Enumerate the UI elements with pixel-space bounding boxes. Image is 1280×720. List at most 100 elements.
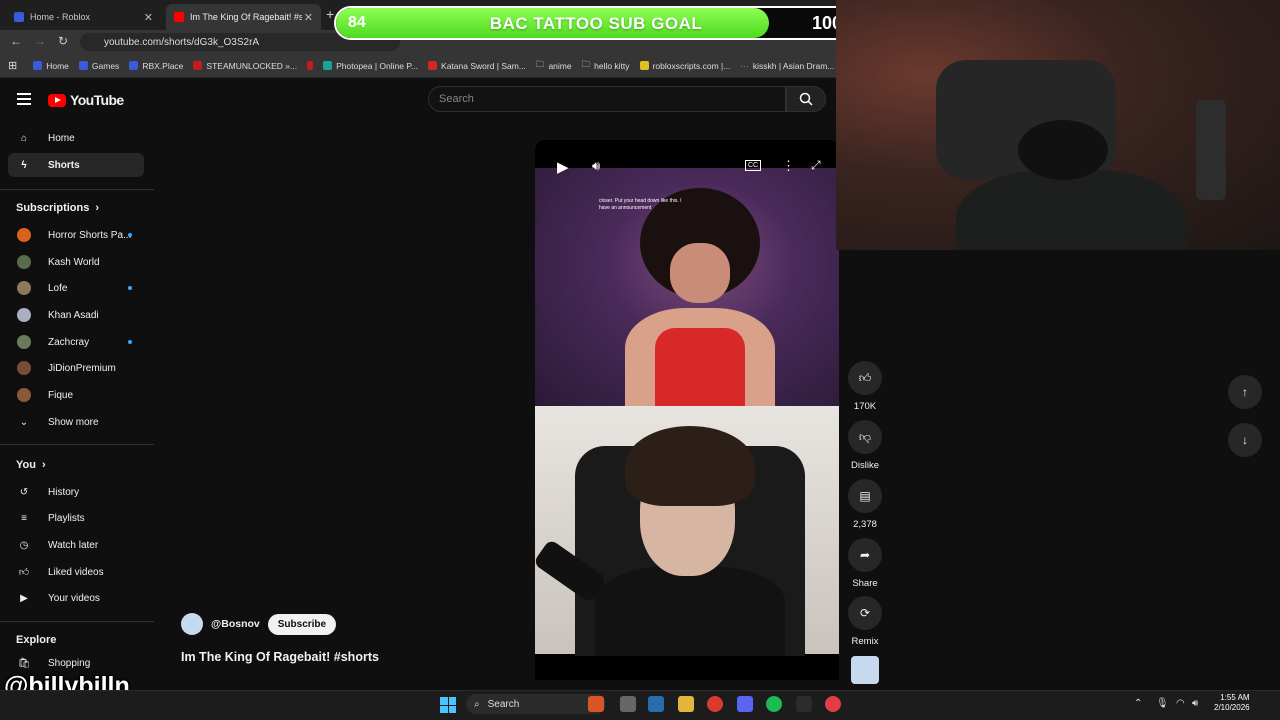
channel-avatar[interactable]: [181, 613, 203, 635]
captions-button[interactable]: CC: [745, 160, 762, 171]
file-explorer-icon[interactable]: [678, 696, 694, 712]
widgets-icon[interactable]: [588, 696, 604, 712]
subscribe-button[interactable]: Subscribe: [267, 613, 337, 635]
bookmark-photopea[interactable]: Photopea | Online P...: [323, 61, 418, 71]
shorts-icon: ϟ: [21, 159, 27, 171]
microphone-icon[interactable]: 🎙︎: [1156, 698, 1169, 709]
remix-button[interactable]: ⟳ Remix: [848, 596, 882, 647]
bookmark-games[interactable]: Games: [78, 61, 119, 71]
sidebar-divider: [0, 444, 154, 445]
previous-short-button[interactable]: ↑: [1228, 375, 1262, 409]
sidebar-sub-horror-shorts[interactable]: Horror Shorts Pa...: [8, 223, 144, 247]
windows-start-icon[interactable]: [440, 697, 456, 713]
red-site-icon: [307, 61, 314, 70]
show-more-button[interactable]: ⌄ Show more: [8, 410, 144, 434]
bookmark-steamunlocked[interactable]: STEAMUNLOCKED »...: [193, 61, 297, 71]
play-icon[interactable]: ▶: [557, 158, 569, 176]
short-title[interactable]: Im The King Of Ragebait! #shorts: [181, 650, 379, 664]
tab-roblox[interactable]: Home - Roblox ✕: [6, 4, 161, 30]
bookmarks-bar: ⊞ Home Games RBX.Place STEAMUNLOCKED »..…: [0, 54, 836, 78]
arrow-up-icon: ↑: [1242, 385, 1248, 399]
bookmark-rbxplace[interactable]: RBX.Place: [129, 61, 183, 71]
bookmark-home[interactable]: Home: [33, 61, 69, 71]
video-top-panel: closer. Put your head down like this. I …: [535, 168, 839, 408]
sidebar-sub-zachcray[interactable]: Zachcray: [8, 330, 144, 354]
sidebar-item-shorts[interactable]: ϟ Shorts: [8, 153, 144, 177]
apps-grid-icon[interactable]: ⊞: [8, 59, 17, 72]
fullscreen-icon[interactable]: ⤢: [811, 158, 821, 173]
sidebar-sub-jidionpremium[interactable]: JiDionPremium: [8, 356, 144, 380]
roblox-icon: [78, 61, 88, 70]
more-options-icon[interactable]: ⋮: [782, 158, 795, 174]
search-input[interactable]: Search: [428, 86, 786, 112]
watch-later-icon: ◷: [19, 539, 29, 551]
bookmark-katana[interactable]: Katana Sword | Sam...: [428, 61, 526, 71]
roblox-favicon-icon: [14, 12, 24, 22]
youtube-logo[interactable]: YouTube: [48, 92, 124, 108]
search-icon: ⌕: [474, 698, 480, 710]
app-icon[interactable]: [796, 696, 812, 712]
menu-icon[interactable]: [17, 93, 31, 108]
bookmark-folder-hello-kitty[interactable]: 🗀 hello kitty: [582, 59, 630, 73]
tray-chevron-icon[interactable]: ⌃: [1134, 698, 1142, 709]
forward-arrow-icon[interactable]: →: [34, 34, 46, 48]
sidebar-item-watch-later[interactable]: ◷ Watch later: [8, 533, 144, 557]
dislike-button[interactable]: 👎︎ Dislike: [848, 420, 882, 471]
subscriptions-header[interactable]: Subscriptions ›: [16, 202, 99, 214]
sidebar-item-home[interactable]: ⌂ Home: [8, 126, 144, 150]
search-button[interactable]: [786, 86, 826, 112]
new-content-dot: [128, 340, 132, 344]
bookmark-kisskh[interactable]: ··· kisskh | Asian Dram...: [740, 61, 834, 71]
folder-icon: 🗀: [535, 58, 545, 69]
speaker-icon[interactable]: 🔊︎: [1192, 698, 1198, 709]
store-icon[interactable]: [648, 696, 664, 712]
sidebar-item-liked-videos[interactable]: 👍︎ Liked videos: [8, 560, 144, 584]
opera-icon[interactable]: [825, 696, 841, 712]
chevron-down-icon: ⌄: [19, 416, 29, 428]
back-arrow-icon[interactable]: ←: [10, 34, 22, 48]
like-button[interactable]: 👍︎ 170K: [848, 361, 882, 412]
photopea-icon: [323, 61, 333, 70]
url-text: youtube.com/shorts/dG3k_O3S2rA: [104, 36, 260, 48]
volume-icon[interactable]: 🔊︎: [592, 158, 600, 174]
sidebar-sub-lofe[interactable]: Lofe: [8, 276, 144, 300]
sidebar-sub-fique[interactable]: Fique: [8, 383, 144, 407]
short-video-player[interactable]: closer. Put your head down like this. I …: [535, 140, 839, 680]
new-tab-button[interactable]: +: [326, 6, 334, 22]
sidebar-sub-khan-asadi[interactable]: Khan Asadi: [8, 303, 144, 327]
mouse-app-icon[interactable]: [620, 696, 636, 712]
next-short-button[interactable]: ↓: [1228, 423, 1262, 457]
thumbs-up-icon: 👍︎: [848, 361, 882, 395]
search-icon: [799, 92, 813, 106]
bookmark-robloxscripts[interactable]: robloxscripts.com |...: [639, 61, 730, 71]
system-clock[interactable]: 1:55 AM 2/10/2026: [1214, 693, 1250, 714]
bookmark-folder-anime[interactable]: 🗀 anime: [536, 59, 572, 73]
reload-icon[interactable]: ↻: [58, 34, 68, 48]
folder-icon: 🗀: [581, 58, 591, 69]
chevron-right-icon: ›: [95, 202, 100, 214]
sidebar-divider: [0, 189, 154, 190]
chrome-icon[interactable]: [707, 696, 723, 712]
taskbar-search[interactable]: ⌕ Search: [466, 694, 606, 714]
you-header[interactable]: You ›: [16, 459, 46, 471]
share-button[interactable]: ➦ Share: [848, 538, 882, 589]
channel-name[interactable]: @Bosnov: [211, 618, 260, 630]
spotify-icon[interactable]: [766, 696, 782, 712]
bookmark-red[interactable]: [307, 61, 314, 70]
avatar: [17, 228, 31, 242]
home-icon: ⌂: [20, 132, 28, 144]
sidebar-item-history[interactable]: ↺ History: [8, 480, 144, 504]
discord-icon[interactable]: [737, 696, 753, 712]
sub-goal-title: BAC TATTOO SUB GOAL: [489, 14, 703, 33]
sidebar-sub-kash-world[interactable]: Kash World: [8, 250, 144, 274]
sound-thumbnail[interactable]: [851, 656, 879, 684]
close-tab-icon[interactable]: ✕: [304, 11, 313, 24]
tab-youtube-short[interactable]: Im The King Of Ragebait! #shor ✕: [166, 4, 321, 30]
wifi-icon[interactable]: ◠: [1176, 698, 1185, 709]
sidebar-item-playlists[interactable]: ≡ Playlists: [8, 506, 144, 530]
close-tab-icon[interactable]: ✕: [144, 11, 153, 24]
sidebar-item-your-videos[interactable]: ▶ Your videos: [8, 586, 144, 610]
comments-button[interactable]: ▤ 2,378: [848, 479, 882, 530]
thumbs-down-icon: 👎︎: [848, 420, 882, 454]
avatar: [17, 335, 31, 349]
